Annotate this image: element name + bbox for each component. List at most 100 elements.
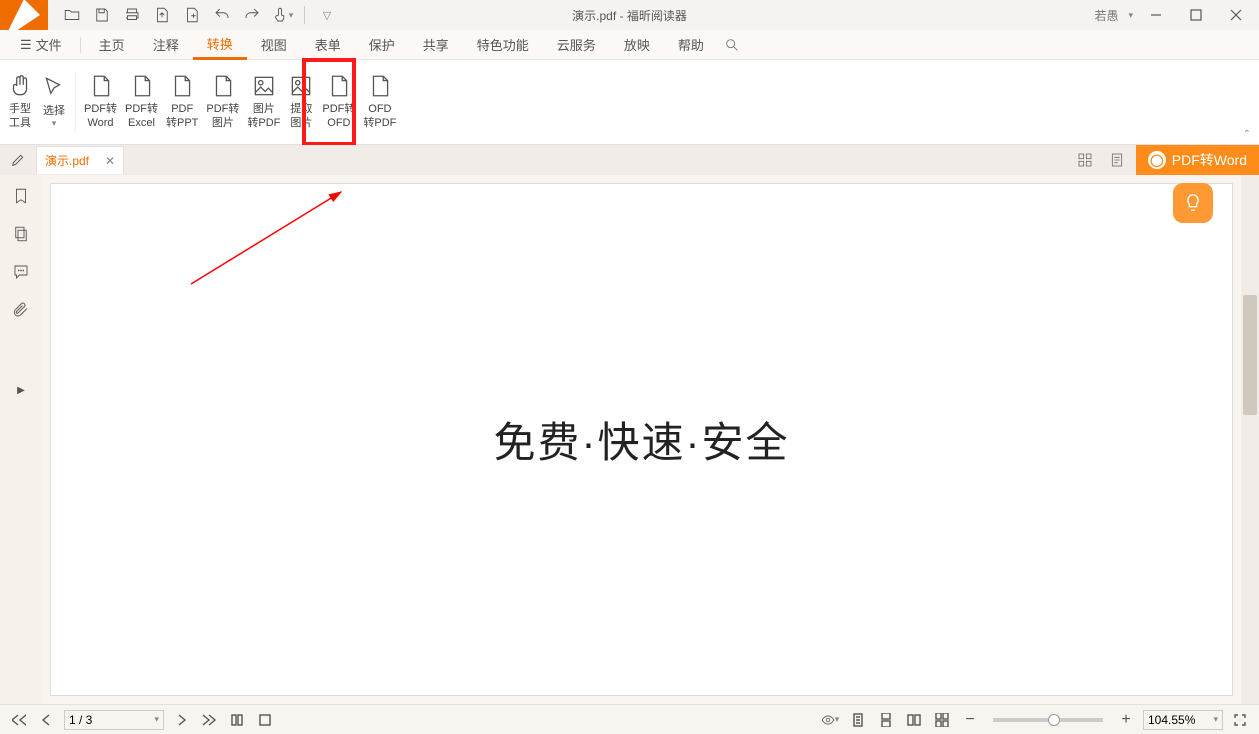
pages-icon[interactable] (8, 221, 34, 247)
page-layout2-icon[interactable] (254, 709, 276, 731)
last-page-button[interactable] (198, 709, 220, 731)
ribbon-label: PDF 转PPT (166, 103, 198, 131)
menu-tab-3[interactable]: 视图 (247, 30, 301, 60)
menu-tab-1[interactable]: 注释 (139, 30, 193, 60)
tab-close-icon[interactable]: ✕ (105, 154, 115, 168)
single-page-icon[interactable] (847, 709, 869, 731)
ribbon-tool-7[interactable]: 提取 图片 (284, 70, 318, 134)
zoom-value-text: 104.55% (1148, 713, 1195, 727)
thumbnails-view-icon[interactable] (1072, 147, 1098, 173)
save-icon[interactable] (88, 1, 116, 29)
main-area: ▶ 免费·快速·安全 (0, 175, 1259, 704)
title-app: 福昕阅读器 (627, 9, 687, 23)
zoom-slider[interactable] (993, 718, 1103, 722)
badge-circle-icon: ◯ (1148, 151, 1166, 169)
sidebar: ▶ (0, 175, 42, 704)
sidebar-expand-icon[interactable]: ▶ (17, 385, 25, 396)
page-dropdown-icon[interactable]: ▾ (154, 714, 159, 725)
attachments-icon[interactable] (8, 297, 34, 323)
doc-icon (210, 73, 236, 99)
annotate-tool-icon[interactable] (0, 145, 36, 175)
search-icon[interactable] (718, 31, 746, 59)
menu-tab-7[interactable]: 特色功能 (463, 30, 543, 60)
menubar: ☰ 文件 主页注释转换视图表单保护共享特色功能云服务放映帮助 (0, 30, 1259, 60)
ribbon: 手型 工具选择▾PDF转 WordPDF转 ExcelPDF 转PPTPDF转 … (0, 60, 1259, 145)
menu-tab-9[interactable]: 放映 (610, 30, 664, 60)
ribbon-tool-3[interactable]: PDF转 Excel (121, 70, 162, 134)
export-icon[interactable] (148, 1, 176, 29)
img-icon (251, 73, 277, 99)
annotation-arrow (181, 184, 361, 304)
maximize-button[interactable] (1179, 1, 1213, 29)
close-button[interactable] (1219, 1, 1253, 29)
document-view: 免费·快速·安全 (42, 175, 1241, 704)
undo-icon[interactable] (208, 1, 236, 29)
new-doc-icon[interactable] (178, 1, 206, 29)
minimize-button[interactable] (1139, 1, 1173, 29)
dropdown-icon: ▾ (52, 118, 57, 129)
zoom-in-button[interactable]: + (1115, 709, 1137, 731)
touch-icon[interactable]: ▾ (268, 1, 296, 29)
ribbon-label: 提取 图片 (290, 103, 312, 131)
titlebar: ▾ ▽ 演示.pdf - 福昕阅读器 若愚 ▾ (0, 0, 1259, 30)
comments-icon[interactable] (8, 259, 34, 285)
ribbon-tool-2[interactable]: PDF转 Word (80, 70, 121, 134)
facing-page-icon[interactable] (903, 709, 925, 731)
doc-icon (367, 73, 393, 99)
ribbon-collapse-icon[interactable]: ⌃ (1243, 129, 1251, 140)
ribbon-tool-0[interactable]: 手型 工具 (3, 70, 37, 134)
continuous-page-icon[interactable] (875, 709, 897, 731)
bookmark-icon[interactable] (8, 183, 34, 209)
qat-customize-icon[interactable]: ▽ (313, 1, 341, 29)
document-tab[interactable]: 演示.pdf ✕ (36, 146, 124, 174)
menu-tab-4[interactable]: 表单 (301, 30, 355, 60)
zoom-out-button[interactable]: − (959, 709, 981, 731)
first-page-button[interactable] (8, 709, 30, 731)
menu-tab-5[interactable]: 保护 (355, 30, 409, 60)
ribbon-tool-8[interactable]: PDF转 OFD (318, 70, 359, 134)
menu-tab-6[interactable]: 共享 (409, 30, 463, 60)
ribbon-separator (75, 72, 76, 132)
page-number-value: 1 / 3 (69, 713, 92, 727)
scroll-thumb[interactable] (1243, 295, 1257, 415)
continuous-facing-icon[interactable] (931, 709, 953, 731)
page-view-icon[interactable] (1104, 147, 1130, 173)
img-icon (288, 73, 314, 99)
prev-page-button[interactable] (36, 709, 58, 731)
menu-tab-0[interactable]: 主页 (85, 30, 139, 60)
ribbon-tool-1[interactable]: 选择▾ (37, 72, 71, 133)
page-layout1-icon[interactable] (226, 709, 248, 731)
page-number-input[interactable]: 1 / 3 ▾ (64, 710, 164, 730)
app-logo (0, 0, 48, 30)
ribbon-tool-5[interactable]: PDF转 图片 (202, 70, 243, 134)
pdf-to-word-badge[interactable]: ◯ PDF转Word (1136, 145, 1259, 175)
ribbon-tool-6[interactable]: 图片 转PDF (243, 70, 284, 134)
redo-icon[interactable] (238, 1, 266, 29)
next-page-button[interactable] (170, 709, 192, 731)
menu-separator (80, 37, 81, 53)
doc-icon (169, 73, 195, 99)
fullscreen-button[interactable] (1229, 709, 1251, 731)
ribbon-label: PDF转 OFD (322, 103, 355, 131)
zoom-dropdown-icon[interactable]: ▾ (1213, 714, 1218, 725)
user-dropdown-icon[interactable]: ▾ (1128, 10, 1133, 21)
vertical-scrollbar[interactable] (1241, 175, 1259, 704)
tips-button[interactable] (1173, 183, 1213, 223)
title-sep: - (616, 9, 627, 23)
ribbon-tool-9[interactable]: OFD 转PDF (359, 70, 400, 134)
print-icon[interactable] (118, 1, 146, 29)
ribbon-label: 选择 (43, 105, 65, 119)
open-icon[interactable] (58, 1, 86, 29)
visibility-icon[interactable]: ▾ (819, 709, 841, 731)
menu-tab-8[interactable]: 云服务 (543, 30, 610, 60)
titlebar-right: 若愚 ▾ (1094, 1, 1259, 29)
zoom-value[interactable]: 104.55% ▾ (1143, 710, 1223, 730)
zoom-slider-handle[interactable] (1048, 714, 1060, 726)
page-canvas[interactable]: 免费·快速·安全 (50, 183, 1233, 696)
ribbon-label: 手型 工具 (9, 103, 31, 131)
document-tab-label: 演示.pdf (45, 152, 89, 169)
ribbon-tool-4[interactable]: PDF 转PPT (162, 70, 202, 134)
menu-tab-10[interactable]: 帮助 (664, 30, 718, 60)
user-name[interactable]: 若愚 (1094, 7, 1118, 24)
menu-tab-2[interactable]: 转换 (193, 30, 247, 60)
